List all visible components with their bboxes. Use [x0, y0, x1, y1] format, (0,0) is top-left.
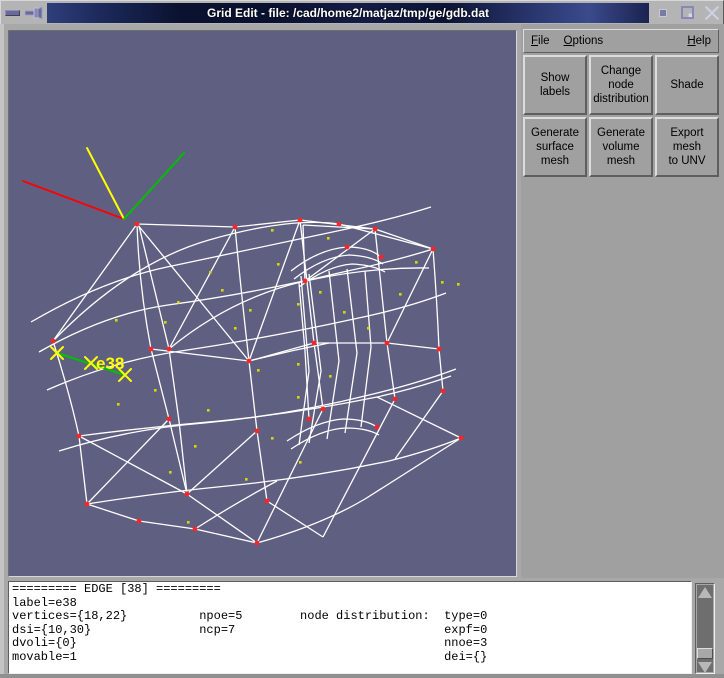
title-bar: Grid Edit - file: /cad/home2/matjaz/tmp/…: [0, 0, 724, 24]
maximize-icon: [681, 6, 694, 19]
window-body: e38 File Options Help Show labels Change…: [0, 24, 724, 678]
mesh-edges: [31, 207, 461, 543]
axis-y-line: [87, 148, 124, 219]
menu-file[interactable]: File: [524, 30, 557, 52]
shade-button-left[interactable]: [23, 4, 45, 22]
mesh-wireframe: e38: [9, 31, 516, 576]
menu-help[interactable]: Help: [680, 30, 718, 52]
title-gradient: Grid Edit - file: /cad/home2/matjaz/tmp/…: [47, 3, 649, 23]
iconify-button[interactable]: [651, 2, 675, 24]
window-title: Grid Edit - file: /cad/home2/matjaz/tmp/…: [207, 6, 489, 20]
generate-volume-mesh-button[interactable]: Generate volume mesh: [589, 117, 653, 177]
menu-options[interactable]: Options: [557, 30, 611, 52]
shade-icon: [25, 6, 43, 20]
scroll-down-icon: [698, 662, 712, 673]
left-bevel: [0, 24, 4, 678]
shade-button[interactable]: Shade: [655, 55, 719, 115]
edge-info-text-area[interactable]: ========= EDGE [38] ========= label=e38 …: [8, 581, 692, 674]
close-button[interactable]: [699, 2, 723, 24]
show-labels-button[interactable]: Show labels: [523, 55, 587, 115]
close-icon: [703, 5, 719, 21]
menu-bar: File Options Help: [523, 29, 719, 53]
mesh-vertices: [51, 218, 464, 546]
scroll-down-button[interactable]: [697, 660, 713, 674]
change-node-distribution-button[interactable]: Change node distribution: [589, 55, 653, 115]
tool-panel: File Options Help Show labels Change nod…: [521, 24, 724, 578]
selected-edge-label: e38: [96, 354, 124, 373]
iconify-icon: [659, 9, 667, 17]
minimize-icon: [5, 10, 20, 16]
axis-triad-icon: [23, 148, 184, 219]
tool-button-grid: Show labels Change node distribution Sha…: [523, 55, 719, 177]
bottom-bevel: [0, 674, 724, 678]
scroll-up-icon: [698, 587, 712, 598]
scrollbar-thumb[interactable]: [697, 648, 713, 659]
export-mesh-to-unv-button[interactable]: Export mesh to UNV: [655, 117, 719, 177]
minimize-button-left[interactable]: [1, 4, 23, 22]
scroll-up-button[interactable]: [697, 585, 713, 599]
edge-endpoint-marker-start: [51, 347, 63, 359]
edge-info-text: ========= EDGE [38] ========= label=e38 …: [12, 583, 691, 665]
axis-x-line: [23, 181, 124, 219]
mesh-viewport-3d[interactable]: e38: [8, 30, 517, 577]
axis-z-line: [124, 153, 184, 219]
generate-surface-mesh-button[interactable]: Generate surface mesh: [523, 117, 587, 177]
info-panel: ========= EDGE [38] ========= label=e38 …: [8, 581, 717, 674]
maximize-button[interactable]: [675, 2, 699, 24]
application-window: Grid Edit - file: /cad/home2/matjaz/tmp/…: [0, 0, 724, 678]
info-panel-scrollbar[interactable]: [695, 583, 715, 674]
